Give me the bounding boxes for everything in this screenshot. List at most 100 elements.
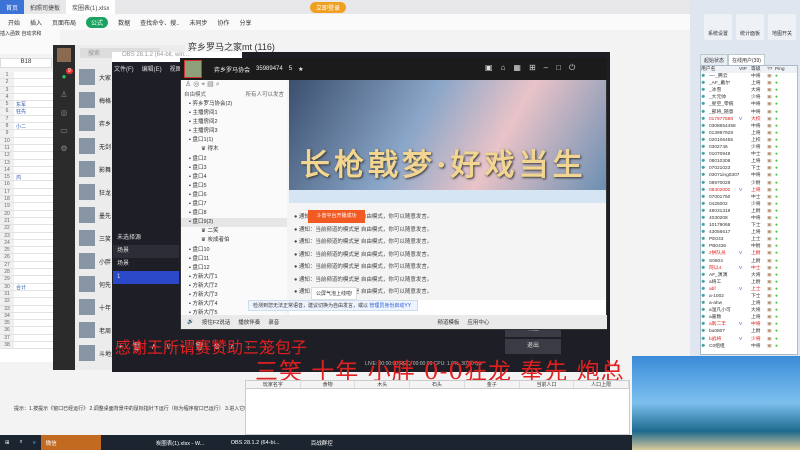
table-row[interactable]: S0604 上尉 ▣● <box>701 258 797 265</box>
admin-link[interactable]: 管理员身份启动YY <box>369 303 411 309</box>
contacts-icon[interactable]: ♙ <box>59 90 69 100</box>
table-row[interactable]: PB0436 中尉 ▣● <box>701 243 797 250</box>
speaker-icon[interactable]: 🔊 <box>187 319 194 325</box>
table-row[interactable]: a-ahw 上将 ▣● <box>701 300 797 307</box>
table-row[interactable]: 08402002V 上将 ▣● <box>701 187 797 194</box>
maximize-icon[interactable]: □ <box>556 63 561 73</box>
subchannel[interactable]: ▪ 弈乡罗马协会(2) <box>181 100 287 109</box>
cell[interactable] <box>14 269 53 275</box>
grid-header[interactable]: 木头 <box>355 381 411 388</box>
table-row[interactable]: 07021023 下士 ▣● <box>701 165 797 172</box>
cell[interactable] <box>14 211 53 217</box>
cell[interactable] <box>14 152 53 158</box>
cell[interactable] <box>14 291 53 297</box>
scene-item[interactable]: 场景 <box>113 258 179 271</box>
subchannel[interactable]: ▪ 主播房间2 <box>181 118 287 127</box>
table-row[interactable]: 10179068 下士 ▣● <box>701 222 797 229</box>
table-row[interactable]: a-1002 下士 ▣● <box>701 293 797 300</box>
channel-template[interactable]: 频道模板 <box>437 318 459 326</box>
subchannel[interactable]: ▪ 方新大厅3 <box>181 291 287 300</box>
cell[interactable] <box>14 87 53 93</box>
table-row[interactable]: a将工 上尉 ▣● <box>701 279 797 286</box>
cell-reference[interactable]: B18 <box>0 58 52 68</box>
subchannel[interactable]: ▪ 盘口4 <box>181 173 287 182</box>
table-row[interactable]: 01070948 中士 ▣● <box>701 151 797 158</box>
ribbon-item[interactable]: 数据 <box>118 18 130 27</box>
star-icon[interactable]: ★ <box>298 66 303 73</box>
subchannel[interactable]: ▪ 方新大厅1 <box>181 273 287 282</box>
close-icon[interactable]: ⏻ <box>569 63 575 73</box>
cell[interactable] <box>14 276 53 282</box>
col-rank[interactable]: 等级 <box>751 66 767 73</box>
mode-dropdown[interactable]: 自由模式 <box>184 90 206 100</box>
table-row[interactable]: AF_演演 大将 ▣● <box>701 272 797 279</box>
cell[interactable] <box>14 203 53 209</box>
cell[interactable] <box>14 298 53 304</box>
cell[interactable] <box>14 313 53 319</box>
cell[interactable] <box>14 335 53 341</box>
ribbon-item[interactable]: 开始 <box>8 18 20 27</box>
table-row[interactable]: 08010308 上将 ▣● <box>701 158 797 165</box>
table-row[interactable]: _星空_零痕 中将 ▣● <box>701 101 797 108</box>
map-toggle-button[interactable]: 地图开关 <box>768 14 796 40</box>
table-row[interactable]: 一-_腾云 中将 ▣● <box>701 73 797 80</box>
cell[interactable] <box>14 145 53 151</box>
avatar[interactable] <box>57 48 71 62</box>
spreadsheet-grid[interactable]: 1 2 3 4 5 东军 6 狂先 7 8 小二 9 10 11 12 13 14 15 鸿 16 17 18 19 20 21… <box>0 72 53 362</box>
table-row[interactable]: _AF_戴尔 上将 ▣● <box>701 80 797 87</box>
grid-header[interactable]: 食物 <box>301 381 356 388</box>
cell[interactable] <box>14 262 53 268</box>
taskbar-wps[interactable]: 炭圈表(1).xlsx - W... <box>151 435 226 450</box>
cell[interactable] <box>14 225 53 231</box>
tab-doc-1[interactable]: 拍照司捷板 <box>24 0 66 14</box>
push-to-talk[interactable]: 按住F2说话 <box>202 318 230 326</box>
col-username[interactable]: 用户名 <box>701 66 739 73</box>
cell[interactable] <box>14 218 53 224</box>
table-row[interactable]: b战将V 少将 ▣● <box>701 336 797 343</box>
tab-spreadsheet[interactable]: 炭圈表(1).xlsx <box>66 0 116 14</box>
subchannel[interactable]: ▪ 盘口10 <box>181 246 287 255</box>
stats-panel-button[interactable]: 统计面板 <box>736 14 764 40</box>
cell[interactable] <box>14 72 53 78</box>
gamepad-icon[interactable]: ⊞ <box>529 63 536 73</box>
grid-icon[interactable]: ▦ <box>513 63 521 73</box>
cell[interactable] <box>14 342 53 348</box>
table-row[interactable]: 0308654458 中将 ▣● <box>701 123 797 130</box>
cell[interactable] <box>14 196 53 202</box>
cell[interactable] <box>14 116 53 122</box>
table-row[interactable]: 013997929 上将 ▣● <box>701 130 797 137</box>
col-vip[interactable]: VIP <box>739 66 751 73</box>
table-row[interactable]: a嘉数 上将 ▣● <box>701 314 797 321</box>
files-icon[interactable]: ▭ <box>59 126 69 136</box>
cell[interactable] <box>14 79 53 85</box>
cell[interactable] <box>14 189 53 195</box>
ribbon-item[interactable]: 插入 <box>30 18 42 27</box>
autosum-button[interactable]: 自动求和 <box>21 31 41 37</box>
cell[interactable]: 合计 <box>14 284 53 291</box>
taskbar-obs[interactable]: OBS 28.1.2 (64-bi... <box>226 435 306 450</box>
insert-function-button[interactable]: 插入函数 <box>0 31 20 37</box>
subchannel[interactable]: ▪ 盘口3 <box>181 164 287 173</box>
cell[interactable] <box>14 327 53 333</box>
cell[interactable] <box>14 130 53 136</box>
subchannel[interactable]: ▪ 盘口9(2) <box>181 218 287 228</box>
start-icon[interactable]: ⊞ <box>0 435 15 450</box>
cell[interactable]: 东军 <box>14 101 53 108</box>
cell[interactable]: 小二 <box>14 123 53 130</box>
subchannel[interactable]: ▪ 方新大厅2 <box>181 282 287 291</box>
menu-edit[interactable]: 编辑(E) <box>142 64 162 73</box>
grid-header[interactable]: 石头 <box>410 381 465 388</box>
settings-icon[interactable]: ⚙ <box>59 144 69 154</box>
grid-header[interactable]: 玩家名字 <box>246 381 301 388</box>
taskbar-game[interactable]: 百战群控 <box>306 435 386 450</box>
cell[interactable] <box>14 160 53 166</box>
subchannel[interactable]: ▪ 盘口1(1) <box>181 136 287 145</box>
login-button[interactable]: 立即登录 <box>310 2 347 13</box>
grid-header[interactable]: 人口上限 <box>574 381 630 388</box>
ribbon-item[interactable]: 公式 <box>86 16 109 28</box>
cell[interactable]: 鸿 <box>14 174 53 181</box>
play-music[interactable]: 播放伴奏 <box>238 318 260 326</box>
table-row[interactable]: abfV 上士 ▣● <box>701 286 797 293</box>
cell[interactable] <box>14 233 53 239</box>
table-row[interactable]: 43056617 上将 ▣● <box>701 229 797 236</box>
